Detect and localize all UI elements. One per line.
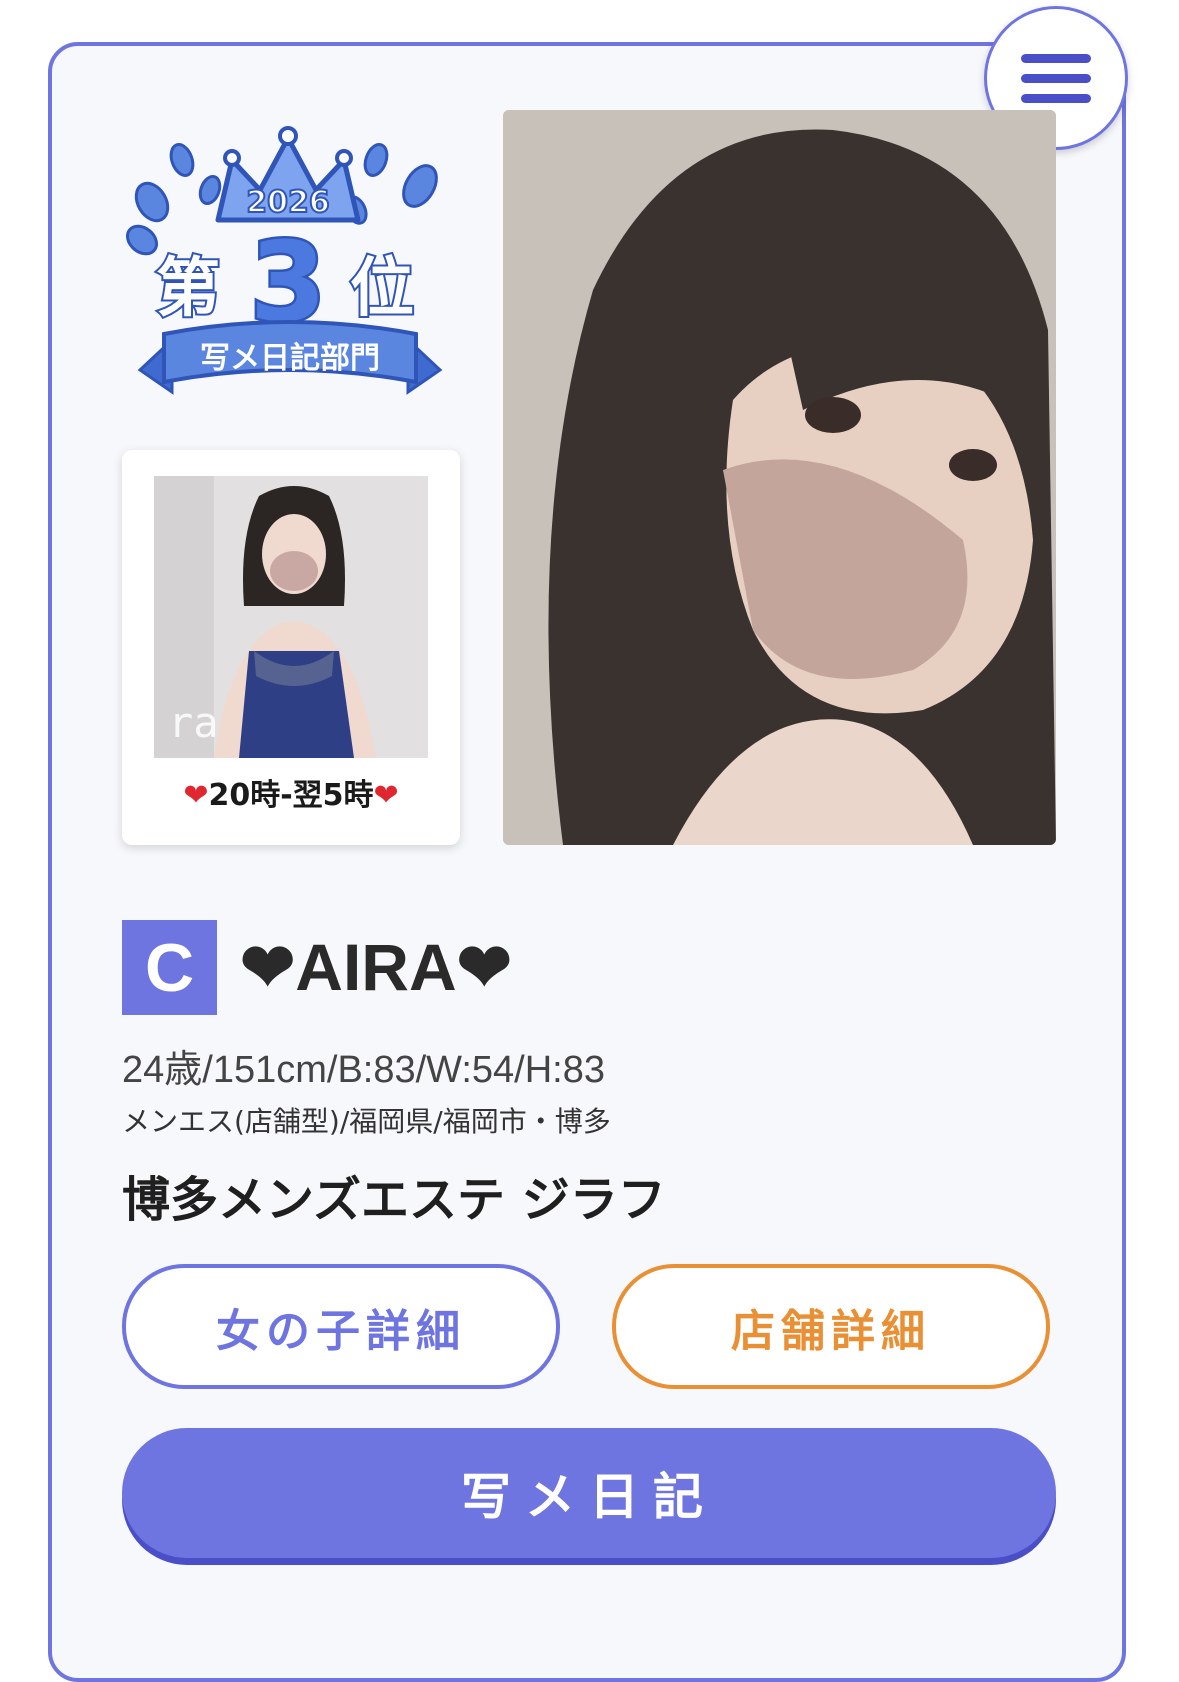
photo-diary-button[interactable]: 写メ日記 <box>122 1428 1056 1558</box>
shop-name[interactable]: 博多メンズエステ ジラフ <box>122 1160 666 1230</box>
ranking-badge: 2026 第 3 位 写メ日記部門 <box>126 126 443 395</box>
main-profile-photo[interactable] <box>503 110 1056 845</box>
outfit-photo-card[interactable]: ra ❤20時-翌5時❤ <box>122 450 460 845</box>
working-hours-text: 20時-翌5時 <box>208 778 374 813</box>
heart-icon: ❤ <box>373 778 399 813</box>
menu-line-icon <box>1021 73 1091 83</box>
badge-department: 写メ日記部門 <box>200 341 380 376</box>
menu-line-icon <box>1021 53 1091 63</box>
heart-icon: ❤ <box>183 778 209 813</box>
girl-stats: 24歳/151cm/B:83/W:54/H:83 <box>122 1049 605 1091</box>
photo-watermark: ra <box>168 698 219 747</box>
main-photo-illustration <box>503 110 1056 845</box>
badge-rank-suffix: 位 <box>350 252 414 326</box>
grade-badge: C <box>122 920 217 1015</box>
shop-area: メンエス(店舗型)/福岡県/福岡市・博多 <box>122 1105 611 1138</box>
menu-line-icon <box>1021 93 1091 103</box>
outfit-photo: ra <box>154 476 428 758</box>
shop-detail-button[interactable]: 店舗詳細 <box>612 1264 1050 1389</box>
badge-rank-prefix: 第 <box>156 252 220 326</box>
girl-name: ❤AIRA❤ <box>240 930 512 1004</box>
badge-year: 2026 <box>246 185 330 220</box>
working-hours: ❤20時-翌5時❤ <box>122 770 460 814</box>
girl-detail-button[interactable]: 女の子詳細 <box>122 1264 560 1389</box>
